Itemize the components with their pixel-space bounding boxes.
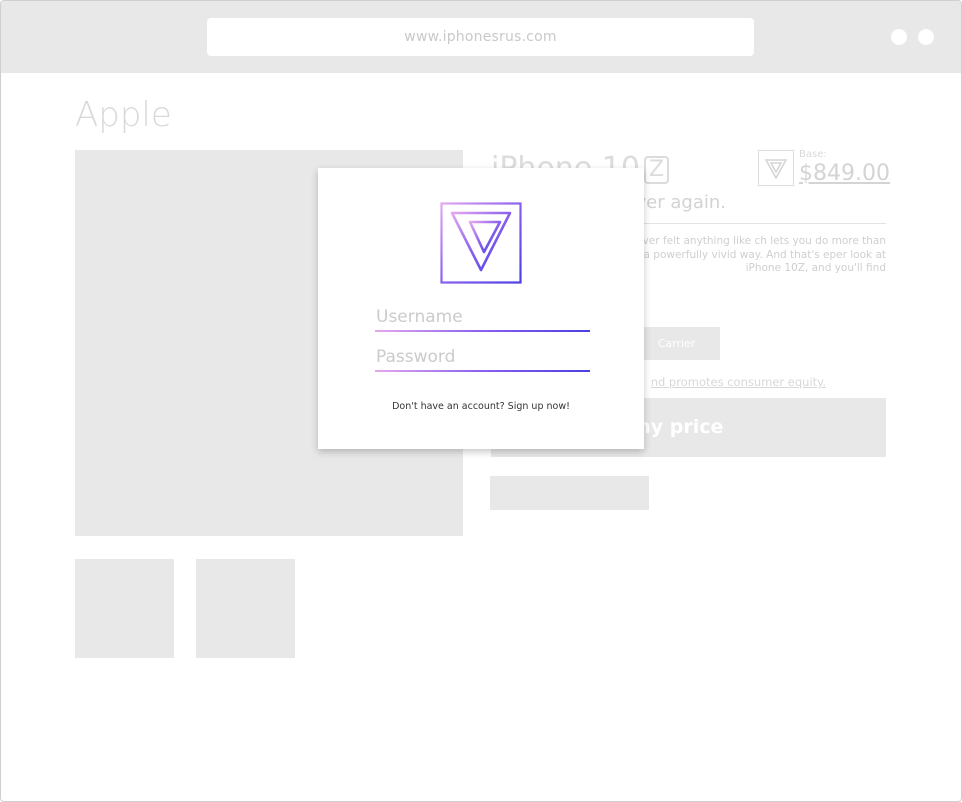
window-control-dot[interactable] bbox=[918, 29, 934, 45]
product-model-badge: Z bbox=[643, 155, 670, 184]
address-bar-url: www.iphonesrus.com bbox=[404, 29, 557, 45]
browser-toolbar: www.iphonesrus.com bbox=[1, 1, 961, 73]
secondary-button[interactable] bbox=[490, 476, 649, 510]
get-price-button-label: my price bbox=[631, 416, 724, 438]
window-control-dot[interactable] bbox=[891, 29, 907, 45]
price-label: Base: bbox=[799, 149, 827, 160]
password-input[interactable] bbox=[375, 342, 589, 372]
thumbnail-placeholder[interactable] bbox=[75, 559, 174, 658]
carrier-button[interactable]: Carrier bbox=[633, 327, 720, 360]
password-field[interactable] bbox=[375, 342, 590, 376]
brand-title: Apple bbox=[75, 95, 172, 135]
password-underline bbox=[375, 370, 590, 372]
price-logo-icon bbox=[758, 150, 794, 186]
brand-logo-icon bbox=[440, 202, 522, 288]
product-price: $849.00 bbox=[799, 161, 890, 186]
username-underline bbox=[375, 330, 590, 332]
thumbnail-placeholder[interactable] bbox=[196, 559, 295, 658]
browser-window: www.iphonesrus.com Apple iPhone 10Z ver … bbox=[0, 0, 962, 802]
username-field[interactable] bbox=[375, 302, 590, 336]
username-input[interactable] bbox=[375, 302, 589, 332]
address-bar[interactable]: www.iphonesrus.com bbox=[207, 18, 754, 56]
signup-link[interactable]: Don't have an account? Sign up now! bbox=[318, 401, 644, 412]
login-modal: Don't have an account? Sign up now! bbox=[318, 168, 644, 449]
